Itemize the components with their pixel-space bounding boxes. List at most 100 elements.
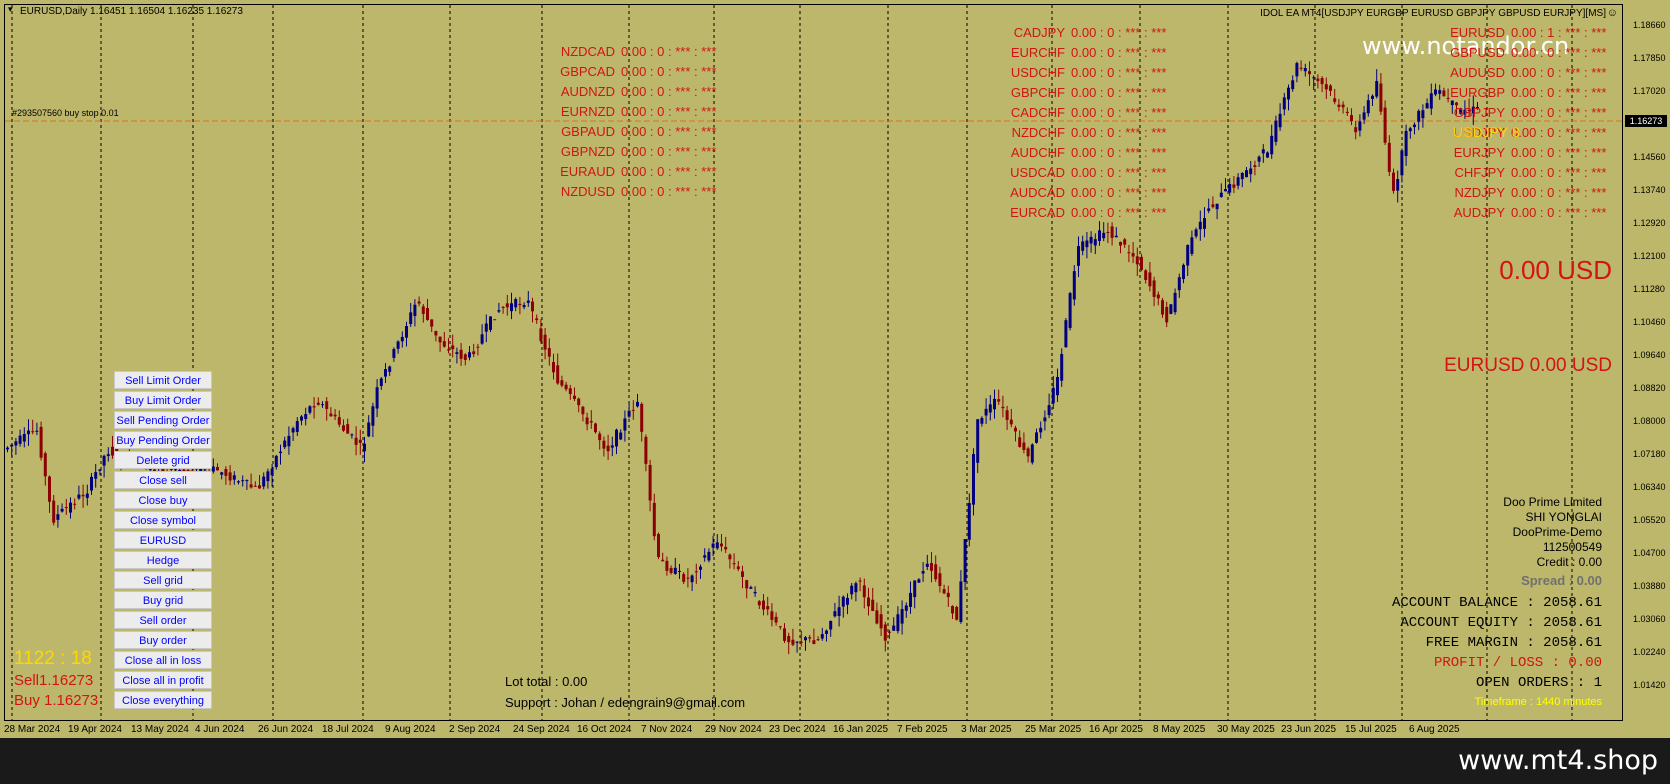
candle-body: [669, 567, 673, 573]
pair-value: 0.00 : 0 : *** : ***: [621, 164, 717, 179]
candle-body: [1429, 93, 1433, 109]
price-tick: 1.07180: [1633, 449, 1666, 459]
candle-body: [623, 418, 627, 431]
candle-body: [1144, 270, 1148, 280]
candle-body: [921, 571, 925, 574]
button-buy-order[interactable]: Buy order: [114, 631, 212, 649]
candle-body: [228, 472, 232, 481]
broker-name: Doo Prime Limited: [1503, 495, 1602, 509]
candle-body: [1194, 229, 1198, 237]
button-eurusd[interactable]: EURUSD: [114, 531, 212, 549]
button-close-all-in-profit[interactable]: Close all in profit: [114, 671, 212, 689]
candle-body: [455, 352, 459, 354]
chart-title: EURUSD,Daily 1.16451 1.16504 1.16235 1.1…: [20, 6, 243, 17]
pair-row-audcad: AUDCAD 0.00 : 0 : *** : ***: [1000, 185, 1166, 200]
button-buy-pending-order[interactable]: Buy Pending Order: [114, 431, 212, 449]
pair-row-euraud: EURAUD 0.00 : 0 : *** : ***: [550, 164, 716, 179]
candle-body: [1312, 77, 1316, 79]
candle-body: [283, 440, 287, 448]
date-tick: 6 Aug 2025: [1409, 724, 1460, 735]
button-sell-limit-order[interactable]: Sell Limit Order: [114, 371, 212, 389]
candle-body: [312, 406, 316, 408]
button-sell-grid[interactable]: Sell grid: [114, 571, 212, 589]
candle-body: [1077, 246, 1080, 266]
button-hedge[interactable]: Hedge: [114, 551, 212, 569]
date-tick: 8 May 2025: [1153, 724, 1206, 735]
button-close-all-in-loss[interactable]: Close all in loss: [114, 651, 212, 669]
button-sell-order[interactable]: Sell order: [114, 611, 212, 629]
candle-body: [476, 346, 480, 348]
pair-value: 0.00 : 0 : *** : ***: [1071, 25, 1167, 40]
candle-body: [913, 580, 917, 598]
candle-body: [1022, 442, 1026, 451]
candle-body: [787, 636, 791, 643]
button-buy-limit-order[interactable]: Buy Limit Order: [114, 391, 212, 409]
button-close-sell[interactable]: Close sell: [114, 471, 212, 489]
candle-body: [631, 409, 635, 411]
candle-body: [287, 435, 291, 447]
candle-body: [52, 500, 56, 523]
button-delete-grid[interactable]: Delete grid: [114, 451, 212, 469]
candle-body: [1392, 172, 1395, 191]
triangle-down-icon[interactable]: ▾: [8, 4, 13, 15]
price-tick: 1.11280: [1633, 284, 1665, 294]
pair-name: AUDCAD: [1010, 185, 1065, 200]
candle-body: [358, 439, 362, 443]
pair-name: NZDCAD: [560, 44, 615, 59]
candle-body: [291, 428, 295, 433]
candle-body: [426, 308, 429, 320]
candle-body: [552, 362, 555, 373]
candle-body: [1295, 63, 1299, 77]
candle-body: [1324, 84, 1328, 90]
candle-body: [489, 316, 492, 330]
candle-body: [1333, 98, 1337, 102]
ea-title: IDOL EA MT4[USDJPY EURGBP EURUSD GBPJPY …: [1260, 8, 1606, 19]
candle-body: [1282, 97, 1286, 110]
candle-body: [925, 563, 929, 567]
candle-body: [31, 431, 35, 433]
candle-body: [1383, 107, 1387, 143]
pending-order-label[interactable]: #293507560 buy stop 0.01: [12, 108, 119, 118]
button-close-symbol[interactable]: Close symbol: [114, 511, 212, 529]
candle-body: [1400, 150, 1404, 176]
candle-body: [795, 641, 799, 643]
pair-value: 0.00 : 0 : *** : ***: [1071, 85, 1167, 100]
candle-body: [501, 307, 505, 309]
candle-body: [1232, 184, 1236, 188]
pair-name: EURJPY: [1453, 145, 1505, 160]
candle-body: [703, 555, 707, 558]
button-sell-pending-order[interactable]: Sell Pending Order: [114, 411, 212, 429]
footer-url[interactable]: www.mt4.shop: [1458, 745, 1658, 776]
total-usd: 0.00 USD: [1499, 255, 1612, 285]
candle-body: [1413, 124, 1416, 128]
control-button-panel: Sell Limit Order Buy Limit Order Sell Pend…: [114, 371, 214, 711]
candle-body: [535, 318, 539, 321]
pair-value: 0.00 : 0 : *** : ***: [1071, 105, 1167, 120]
candle-body: [892, 625, 896, 631]
pair-row-gbpjpy: GBPJPY 0.00 : 0 : *** : ***: [1440, 105, 1607, 120]
button-buy-grid[interactable]: Buy grid: [114, 591, 212, 609]
pair-name: GBPJPY: [1453, 105, 1505, 120]
candle-body: [1009, 419, 1013, 425]
candle-body: [308, 406, 312, 413]
candle-body: [1341, 104, 1345, 108]
button-close-buy[interactable]: Close buy: [114, 491, 212, 509]
candle-body: [619, 432, 623, 440]
candle-body: [636, 401, 639, 407]
price-tick: 1.08000: [1633, 416, 1666, 426]
candle-body: [715, 542, 719, 549]
chart-area[interactable]: ▾ EURUSD,Daily 1.16451 1.16504 1.16235 1…: [0, 0, 1670, 738]
candle-body: [1056, 376, 1059, 396]
candle-body: [577, 398, 581, 406]
candle-body: [1114, 235, 1118, 238]
candlestick-chart[interactable]: [0, 0, 1625, 722]
candle-body: [942, 589, 946, 594]
pair-value: 0.00 : 0 : *** : ***: [621, 184, 717, 199]
candle-body: [14, 441, 18, 446]
candle-body: [951, 606, 954, 614]
candle-body: [1030, 444, 1034, 463]
pair-name: CADJPY: [1013, 25, 1065, 40]
candle-body: [350, 434, 354, 436]
button-close-everything[interactable]: Close everything: [114, 691, 212, 709]
candle-body: [27, 430, 30, 435]
